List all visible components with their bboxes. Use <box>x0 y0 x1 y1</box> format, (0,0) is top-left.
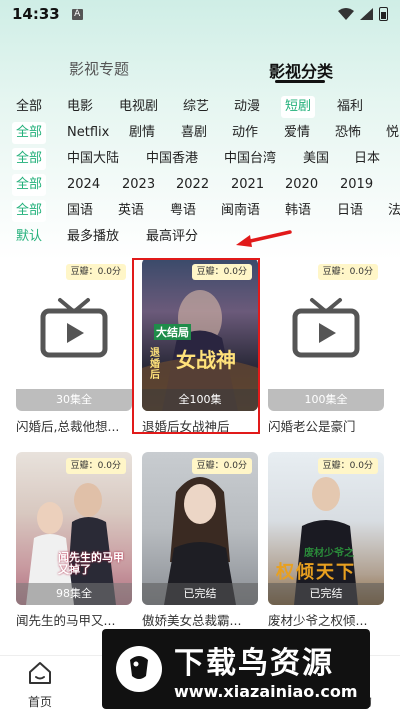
watermark-title: 下载鸟资源 <box>174 645 334 681</box>
episode-count: 100集全 <box>268 389 384 411</box>
home-icon <box>29 662 51 684</box>
filter-year-2023[interactable]: 2023 <box>118 174 159 196</box>
annotation-arrow-icon <box>236 230 292 247</box>
status-bar: 14:33 A <box>0 0 400 28</box>
filter-lang-japanese[interactable]: 日语 <box>333 200 367 222</box>
filter-genre-drama[interactable]: 剧情 <box>125 122 159 144</box>
filter-lang-all[interactable]: 全部 <box>12 200 47 222</box>
tv-placeholder-icon <box>40 298 108 358</box>
filter-year-2019[interactable]: 2019 <box>336 174 377 196</box>
filter-row-year: 全部 2024 2023 2022 2021 2020 2019 <box>0 174 400 196</box>
video-title[interactable]: 闪婚后,总裁他想... <box>16 416 132 435</box>
filter-lang-korean[interactable]: 韩语 <box>281 200 315 222</box>
filter-region-mainland[interactable]: 中国大陆 <box>63 148 123 170</box>
poster-title: 权倾天下 <box>276 562 356 583</box>
filter-lang-english[interactable]: 英语 <box>114 200 148 222</box>
active-tab-indicator <box>275 80 325 83</box>
filter-row-type: 全部 电影 电视剧 综艺 动漫 短剧 福利 <box>0 96 400 118</box>
filter-region-hongkong[interactable]: 中国香港 <box>142 148 202 170</box>
tv-placeholder-icon <box>292 298 360 358</box>
episode-count: 98集全 <box>16 583 132 605</box>
episode-count: 30集全 <box>16 389 132 411</box>
nav-home-label: 首页 <box>27 695 52 709</box>
sort-most-played[interactable]: 最多播放 <box>63 226 123 248</box>
filter-genre-all[interactable]: 全部 <box>12 122 47 144</box>
video-poster[interactable]: 豆瓣：0.0分 30集全 <box>16 258 132 411</box>
video-title[interactable]: 废材少爷之权倾... <box>268 610 384 629</box>
filter-year-2022[interactable]: 2022 <box>172 174 213 196</box>
poster-title: 闻先生的马甲又掉了 <box>58 551 124 576</box>
filter-row-sort: 默认 最多播放 最高评分 <box>0 226 400 248</box>
sort-top-rated[interactable]: 最高评分 <box>142 226 202 248</box>
filter-type-welfare[interactable]: 福利 <box>333 96 367 118</box>
filter-region-japan[interactable]: 日本 <box>350 148 384 170</box>
filter-genre-more[interactable]: 悦 <box>382 122 400 144</box>
filter-lang-french[interactable]: 法 <box>384 200 400 222</box>
wifi-icon <box>338 8 354 20</box>
rating-badge: 豆瓣：0.0分 <box>65 458 126 474</box>
filter-region-taiwan[interactable]: 中国台湾 <box>220 148 280 170</box>
nav-home[interactable]: 首页 <box>10 660 70 709</box>
tab-categories[interactable]: 影视分类 <box>269 58 333 82</box>
filter-row-genre: 全部 Netflix 剧情 喜剧 动作 爱情 恐怖 悦 <box>0 122 400 144</box>
tab-topics[interactable]: 影视专题 <box>69 58 129 79</box>
filter-type-movie[interactable]: 电影 <box>63 96 97 118</box>
filter-genre-netflix[interactable]: Netflix <box>63 122 113 144</box>
top-tabs: 影视专题 影视分类 <box>0 58 400 88</box>
filter-genre-comedy[interactable]: 喜剧 <box>177 122 211 144</box>
filter-type-tv[interactable]: 电视剧 <box>115 96 162 118</box>
highlight-box <box>132 258 260 434</box>
video-poster[interactable]: 废材少爷之 权倾天下 豆瓣：0.0分 已完结 <box>268 452 384 605</box>
video-poster[interactable]: 闻先生的马甲又掉了 豆瓣：0.0分 98集全 <box>16 452 132 605</box>
filter-genre-action[interactable]: 动作 <box>228 122 262 144</box>
filter-region-all[interactable]: 全部 <box>12 148 47 170</box>
filter-genre-romance[interactable]: 爱情 <box>280 122 314 144</box>
filter-lang-cantonese[interactable]: 粤语 <box>166 200 200 222</box>
bird-logo-icon <box>116 646 162 692</box>
filter-lang-minnan[interactable]: 闽南语 <box>217 200 264 222</box>
sort-default[interactable]: 默认 <box>12 226 46 248</box>
filter-year-2024[interactable]: 2024 <box>63 174 104 196</box>
filter-type-short[interactable]: 短剧 <box>281 96 316 118</box>
filter-year-all[interactable]: 全部 <box>12 174 47 196</box>
episode-count: 已完结 <box>142 583 258 605</box>
filter-year-2021[interactable]: 2021 <box>227 174 268 196</box>
video-poster[interactable]: 豆瓣：0.0分 100集全 <box>268 258 384 411</box>
filter-type-anime[interactable]: 动漫 <box>230 96 264 118</box>
filter-type-all[interactable]: 全部 <box>12 96 46 118</box>
filter-lang-mandarin[interactable]: 国语 <box>63 200 97 222</box>
filter-genre-horror[interactable]: 恐怖 <box>331 122 365 144</box>
video-title[interactable]: 傲娇美女总裁霸... <box>142 610 258 629</box>
notification-icon: A <box>71 8 83 20</box>
filter-year-2020[interactable]: 2020 <box>281 174 322 196</box>
rating-badge: 豆瓣：0.0分 <box>317 458 378 474</box>
signal-icon <box>360 8 373 20</box>
battery-icon <box>379 7 388 21</box>
video-title[interactable]: 闻先生的马甲又... <box>16 610 132 629</box>
watermark-url: www.xiazainiao.com <box>174 681 358 701</box>
watermark-banner: 下载鸟资源 www.xiazainiao.com <box>102 629 370 709</box>
poster-subtitle: 废材少爷之 <box>304 548 354 559</box>
video-title[interactable]: 闪婚老公是豪门 <box>268 416 384 435</box>
rating-badge: 豆瓣：0.0分 <box>191 458 252 474</box>
filter-region-usa[interactable]: 美国 <box>299 148 333 170</box>
video-poster[interactable]: 豆瓣：0.0分 已完结 <box>142 452 258 605</box>
filter-row-language: 全部 国语 英语 粤语 闽南语 韩语 日语 法 <box>0 200 400 222</box>
status-time: 14:33 <box>12 5 60 23</box>
rating-badge: 豆瓣：0.0分 <box>65 264 126 280</box>
filter-row-region: 全部 中国大陆 中国香港 中国台湾 美国 日本 <box>0 148 400 170</box>
rating-badge: 豆瓣：0.0分 <box>317 264 378 280</box>
filter-type-variety[interactable]: 综艺 <box>179 96 213 118</box>
episode-count: 已完结 <box>268 583 384 605</box>
